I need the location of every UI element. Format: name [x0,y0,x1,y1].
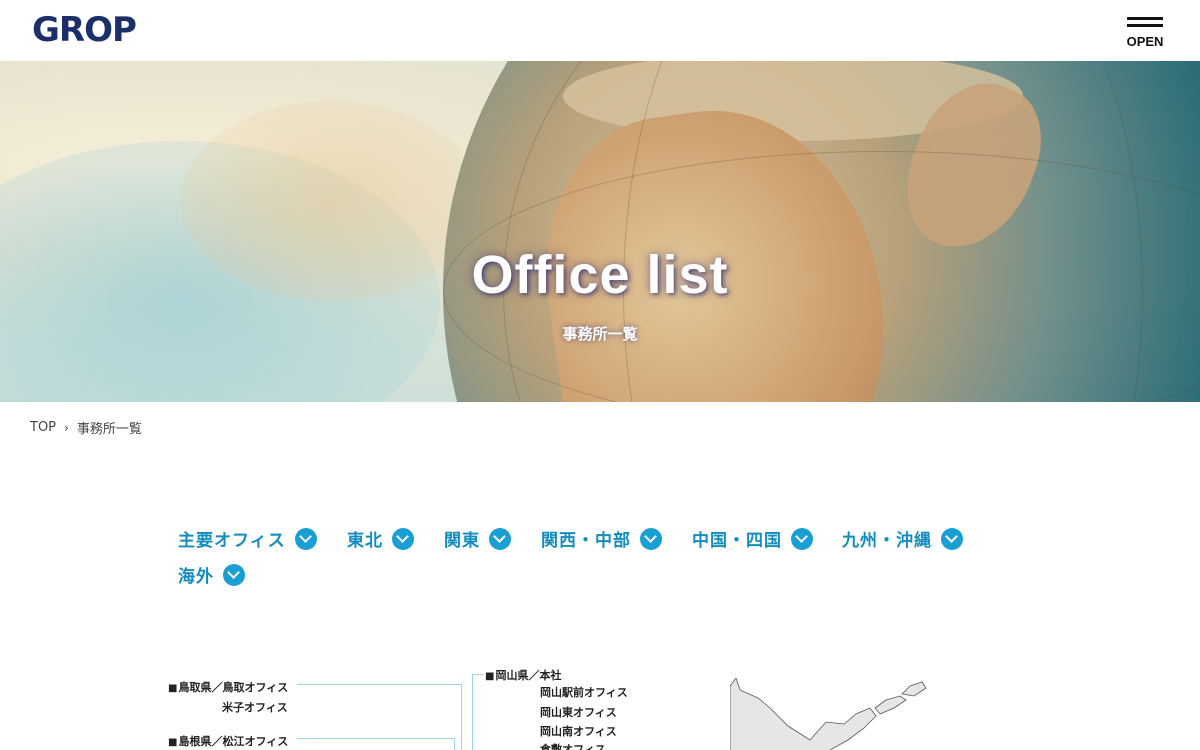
map-connector-line [297,738,454,739]
hamburger-icon-bar [1127,24,1163,27]
site-header: GROP OPEN [0,0,1200,61]
chevron-down-icon [489,527,511,550]
region-label: 関西・中部 [541,531,631,551]
office-link-tottori[interactable]: 鳥取県／鳥取オフィス [168,679,288,695]
menu-label: OPEN [1126,34,1164,49]
breadcrumb-current: 事務所一覧 [76,422,142,437]
office-link-yonago[interactable]: 米子オフィス [222,699,288,715]
region-label: 関東 [444,531,480,551]
office-link-kurashiki[interactable]: 倉敷オフィス [540,741,606,750]
region-label: 九州・沖縄 [842,531,932,551]
map-connector-line [472,674,484,675]
kuril-islands-shape-2 [901,681,927,697]
map-connector-line [472,674,473,750]
map-connector-line [461,684,462,750]
grop-logo[interactable]: GROP [32,10,137,50]
menu-open-button[interactable]: OPEN [1124,14,1166,50]
region-label: 主要オフィス [178,531,286,551]
kuril-islands-shape [874,695,907,715]
office-link-matsue[interactable]: 島根県／松江オフィス [168,733,288,749]
hamburger-icon [1127,17,1163,20]
breadcrumb: TOP › 事務所一覧 [30,418,142,437]
hero-banner: Office list 事務所一覧 [0,61,1200,402]
region-link-kansai-chubu[interactable]: 関西・中部 [541,526,662,551]
chevron-down-icon [294,527,317,550]
globe-image [443,61,1200,402]
office-link-okayama-south[interactable]: 岡山南オフィス [540,723,617,739]
office-link-okayama-station[interactable]: 岡山駅前オフィス [540,684,628,700]
chevron-down-icon [223,563,245,586]
breadcrumb-home-link[interactable]: TOP [30,420,56,435]
chevron-down-icon [640,527,662,550]
office-map: 鳥取県／鳥取オフィス 米子オフィス 島根県／松江オフィス 岡山県／本社 岡山駅前… [160,660,1060,750]
page-title: Office list [471,245,729,305]
region-link-overseas[interactable]: 海外 [178,562,245,587]
region-link-tohoku[interactable]: 東北 [347,526,414,551]
map-connector-line [297,684,461,685]
chevron-right-icon: › [64,420,69,435]
map-connector-line [454,738,455,750]
region-label: 東北 [347,531,383,551]
hokkaido-shape [730,678,877,750]
region-label: 中国・四国 [692,531,782,551]
office-link-okayama-hq[interactable]: 岡山県／本社 [485,667,561,683]
region-link-main-offices[interactable]: 主要オフィス [178,526,317,551]
page-subtitle: 事務所一覧 [562,325,638,343]
chevron-down-icon [941,527,963,550]
logo-text: GROP [32,10,137,50]
chevron-down-icon [392,527,414,550]
region-link-chugoku-shikoku[interactable]: 中国・四国 [692,526,813,551]
region-link-kyushu-okinawa[interactable]: 九州・沖縄 [842,526,963,551]
region-label: 海外 [178,567,214,587]
office-link-okayama-east[interactable]: 岡山東オフィス [540,704,617,720]
region-link-kanto[interactable]: 関東 [444,526,511,551]
chevron-down-icon [791,527,813,550]
japan-map-hokkaido [730,678,927,750]
